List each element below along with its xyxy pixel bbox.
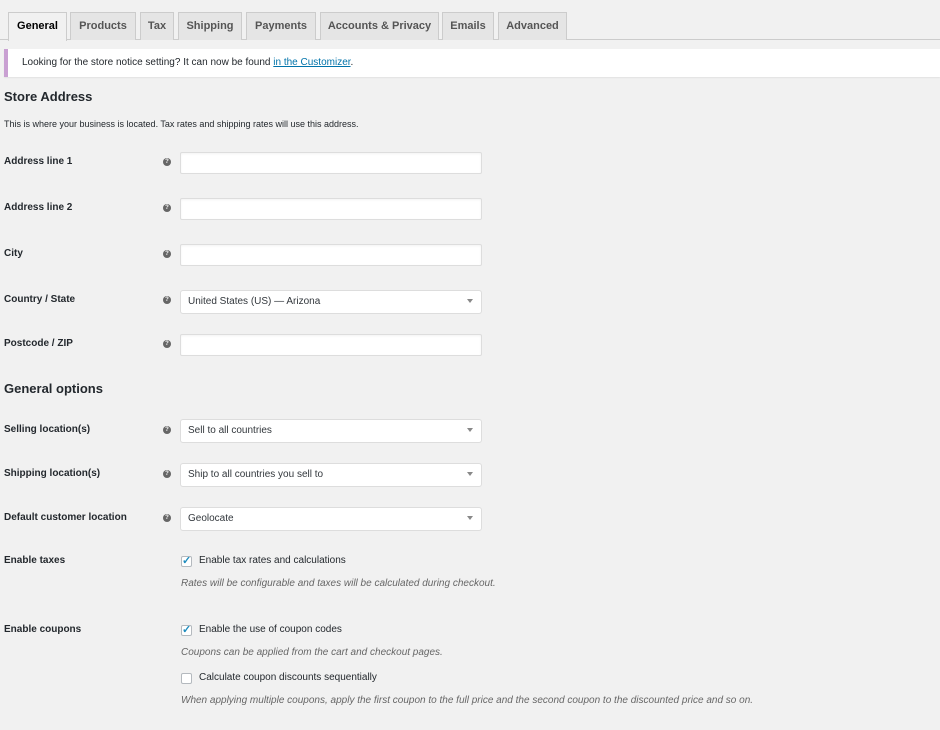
shipping-locations-value: Ship to all countries you sell to bbox=[188, 469, 324, 480]
help-tip-icon[interactable]: ? bbox=[163, 296, 171, 304]
tab-advanced[interactable]: Advanced bbox=[498, 12, 567, 40]
store-address-description: This is where your business is located. … bbox=[4, 119, 359, 129]
postcode-label: Postcode / ZIP bbox=[4, 338, 73, 349]
tab-shipping[interactable]: Shipping bbox=[178, 12, 242, 40]
address-line-1-input[interactable] bbox=[180, 152, 482, 174]
settings-tab-bar: General Products Tax Shipping Payments A… bbox=[0, 0, 940, 41]
store-address-heading: Store Address bbox=[4, 89, 93, 104]
general-options-heading: General options bbox=[4, 381, 103, 396]
store-notice-banner: Looking for the store notice setting? It… bbox=[4, 49, 940, 77]
enable-coupons-label: Enable coupons bbox=[4, 624, 82, 635]
address-line-2-input[interactable] bbox=[180, 198, 482, 220]
selling-locations-value: Sell to all countries bbox=[188, 425, 272, 436]
enable-taxes-checkbox-label[interactable]: Enable tax rates and calculations bbox=[199, 555, 346, 566]
customizer-link[interactable]: in the Customizer bbox=[273, 57, 350, 68]
country-state-value: United States (US) — Arizona bbox=[188, 296, 321, 307]
enable-taxes-hint: Rates will be configurable and taxes wil… bbox=[181, 578, 496, 589]
dropdown-arrow-icon bbox=[467, 428, 473, 432]
tab-general[interactable]: General bbox=[8, 12, 67, 41]
default-customer-location-select[interactable]: Geolocate bbox=[180, 507, 482, 531]
shipping-locations-select[interactable]: Ship to all countries you sell to bbox=[180, 463, 482, 487]
help-tip-icon[interactable]: ? bbox=[163, 340, 171, 348]
tab-payments[interactable]: Payments bbox=[246, 12, 316, 40]
postcode-input[interactable] bbox=[180, 334, 482, 356]
help-tip-icon[interactable]: ? bbox=[163, 426, 171, 434]
checkmark-icon: ✓ bbox=[182, 624, 192, 636]
enable-coupons-checkbox[interactable]: ✓ bbox=[181, 624, 192, 636]
enable-coupons-hint: Coupons can be applied from the cart and… bbox=[181, 647, 443, 658]
checkmark-icon: ✓ bbox=[182, 555, 192, 567]
city-input[interactable] bbox=[180, 244, 482, 266]
selling-locations-select[interactable]: Sell to all countries bbox=[180, 419, 482, 443]
city-label: City bbox=[4, 248, 23, 259]
enable-taxes-label: Enable taxes bbox=[4, 555, 66, 566]
sequential-coupons-checkbox[interactable] bbox=[181, 673, 192, 684]
dropdown-arrow-icon bbox=[467, 516, 473, 520]
notice-text: Looking for the store notice setting? It… bbox=[22, 57, 274, 68]
tab-accounts-privacy[interactable]: Accounts & Privacy bbox=[320, 12, 439, 40]
sequential-coupons-checkbox-label[interactable]: Calculate coupon discounts sequentially bbox=[199, 672, 377, 683]
help-tip-icon[interactable]: ? bbox=[163, 250, 171, 258]
enable-taxes-checkbox[interactable]: ✓ bbox=[181, 555, 192, 567]
address-line-1-label: Address line 1 bbox=[4, 156, 73, 167]
tab-emails[interactable]: Emails bbox=[442, 12, 494, 40]
country-state-label: Country / State bbox=[4, 294, 76, 305]
help-tip-icon[interactable]: ? bbox=[163, 470, 171, 478]
tab-tax[interactable]: Tax bbox=[140, 12, 174, 40]
dropdown-arrow-icon bbox=[467, 472, 473, 476]
shipping-locations-label: Shipping location(s) bbox=[4, 468, 101, 479]
sequential-coupons-hint: When applying multiple coupons, apply th… bbox=[181, 695, 754, 706]
help-tip-icon[interactable]: ? bbox=[163, 158, 171, 166]
default-customer-location-value: Geolocate bbox=[188, 513, 234, 524]
address-line-2-label: Address line 2 bbox=[4, 202, 73, 213]
country-state-select[interactable]: United States (US) — Arizona bbox=[180, 290, 482, 314]
help-tip-icon[interactable]: ? bbox=[163, 514, 171, 522]
notice-suffix: . bbox=[350, 57, 354, 68]
tab-products[interactable]: Products bbox=[70, 12, 136, 40]
default-customer-location-label: Default customer location bbox=[4, 512, 127, 523]
dropdown-arrow-icon bbox=[467, 299, 473, 303]
enable-coupons-checkbox-label[interactable]: Enable the use of coupon codes bbox=[199, 624, 342, 635]
help-tip-icon[interactable]: ? bbox=[163, 204, 171, 212]
selling-locations-label: Selling location(s) bbox=[4, 424, 91, 435]
